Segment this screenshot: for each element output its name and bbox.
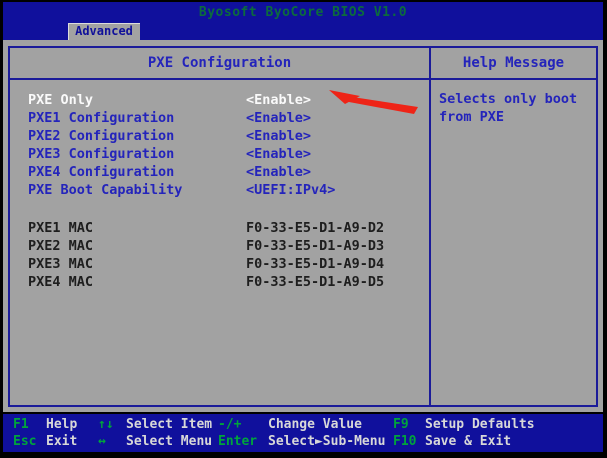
option-label: PXE2 Configuration (28, 128, 174, 144)
hotkey-label: Setup Defaults (425, 417, 535, 432)
hotkey-key: F1 (13, 416, 40, 433)
mac-list: PXE1 MAC F0-33-E5-D1-A9-D2 PXE2 MAC F0-33-E… (28, 220, 423, 292)
bios-option-row[interactable]: PXE4 Configuration <Enable> (28, 164, 423, 182)
hotkey-label: Select►Sub-Menu (268, 434, 385, 449)
help-message-line: Selects only boot (439, 90, 589, 108)
option-label: PXE4 Configuration (28, 164, 174, 180)
mac-row: PXE1 MAC F0-33-E5-D1-A9-D2 (28, 220, 423, 238)
hotkey-label: Help (46, 417, 77, 432)
mac-label: PXE2 MAC (28, 238, 93, 254)
panel-divider (429, 48, 431, 405)
hotkey-hint: F1 Help (13, 416, 77, 433)
hotkey-row: F1 Help ↑↓ Select Item -/+ Change Value F9 Setu… (3, 416, 603, 433)
hotkey-label: Select Menu (126, 434, 212, 449)
mac-value: F0-33-E5-D1-A9-D5 (246, 274, 384, 290)
option-label: PXE1 Configuration (28, 110, 174, 126)
tab-advanced[interactable]: Advanced (68, 23, 140, 40)
hotkey-row: Esc Exit ↔ Select Menu Enter Select►Sub-Menu F… (3, 433, 603, 450)
bios-option-row[interactable]: PXE2 Configuration <Enable> (28, 128, 423, 146)
hotkey-key: Esc (13, 433, 40, 450)
mac-row: PXE3 MAC F0-33-E5-D1-A9-D4 (28, 256, 423, 274)
hotkey-key: ↑↓ (98, 416, 120, 433)
mac-row: PXE4 MAC F0-33-E5-D1-A9-D5 (28, 274, 423, 292)
hotkey-label: Select Item (126, 417, 212, 432)
hotkey-key: -/+ (218, 416, 262, 433)
hotkey-hint: ↑↓ Select Item (98, 416, 212, 433)
hotkey-hint: F9 Setup Defaults (393, 416, 535, 433)
hotkey-label: Change Value (268, 417, 362, 432)
hotkey-key: F9 (393, 416, 419, 433)
bios-option-row[interactable]: PXE Boot Capability <UEFI:IPv4> (28, 182, 423, 200)
mac-label: PXE3 MAC (28, 256, 93, 272)
hotkey-label: Save & Exit (425, 434, 511, 449)
hotkey-hint: Esc Exit (13, 433, 77, 450)
option-label: PXE Boot Capability (28, 182, 182, 198)
hotkey-hint: ↔ Select Menu (98, 433, 212, 450)
panel-frame: PXE Configuration Help Message PXE Only <… (8, 46, 598, 407)
mac-label: PXE4 MAC (28, 274, 93, 290)
option-value: <Enable> (246, 128, 311, 144)
hotkey-hint: F10 Save & Exit (393, 433, 511, 450)
bios-screen: Byosoft ByoCore BIOS V1.0 Advanced PXE C… (0, 0, 607, 458)
option-label: PXE Only (28, 92, 93, 108)
option-value: <Enable> (246, 164, 311, 180)
option-value: <UEFI:IPv4> (246, 182, 335, 198)
bios-body: PXE Configuration Help Message PXE Only <… (3, 40, 603, 412)
mac-label: PXE1 MAC (28, 220, 93, 236)
hotkey-hint: Enter Select►Sub-Menu (218, 433, 385, 450)
header-separator (10, 78, 596, 80)
option-label: PXE3 Configuration (28, 146, 174, 162)
red-arrow-pointer (328, 88, 420, 115)
hotkey-key: Enter (218, 433, 262, 450)
hotkey-hint: -/+ Change Value (218, 416, 362, 433)
bios-option-row[interactable]: PXE3 Configuration <Enable> (28, 146, 423, 164)
hotkey-key: ↔ (98, 433, 120, 450)
mac-value: F0-33-E5-D1-A9-D3 (246, 238, 384, 254)
page-title: PXE Configuration (10, 55, 429, 71)
bios-title: Byosoft ByoCore BIOS V1.0 (3, 5, 603, 20)
hotkey-key: F10 (393, 433, 419, 450)
hotkey-label: Exit (46, 434, 77, 449)
hotkey-bar: F1 Help ↑↓ Select Item -/+ Change Value F9 Setu… (3, 414, 603, 452)
help-message: Selects only bootfrom PXE (439, 90, 589, 126)
option-value: <Enable> (246, 92, 311, 108)
mac-value: F0-33-E5-D1-A9-D4 (246, 256, 384, 272)
bios-title-bar: Byosoft ByoCore BIOS V1.0 Advanced (3, 2, 603, 40)
help-message-line: from PXE (439, 108, 589, 126)
help-panel-title: Help Message (431, 55, 596, 71)
option-value: <Enable> (246, 110, 311, 126)
mac-value: F0-33-E5-D1-A9-D2 (246, 220, 384, 236)
option-value: <Enable> (246, 146, 311, 162)
mac-row: PXE2 MAC F0-33-E5-D1-A9-D3 (28, 238, 423, 256)
